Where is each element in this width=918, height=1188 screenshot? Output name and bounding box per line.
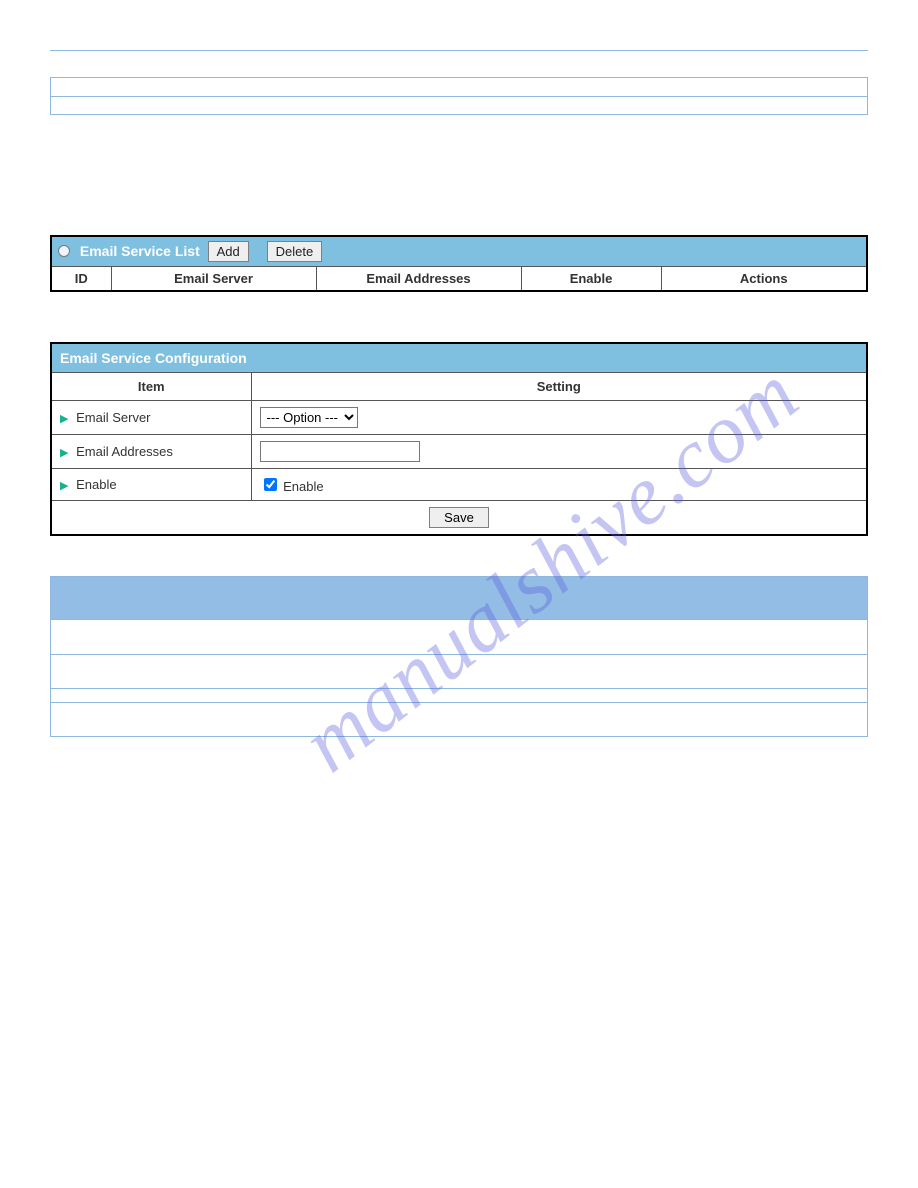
save-button[interactable]: Save (429, 507, 489, 528)
cfg-setting-head: Setting (251, 373, 867, 401)
delete-button[interactable]: Delete (267, 241, 323, 262)
cfg-row-enable: ▶ Enable Enable (51, 469, 867, 501)
col-server: Email Server (111, 267, 316, 292)
col-addresses: Email Addresses (316, 267, 521, 292)
row-label-enable: Enable (76, 477, 116, 492)
list-header: Email Service List Add Delete (51, 236, 867, 267)
empty-outline-box-1 (50, 77, 868, 115)
email-server-select[interactable]: --- Option --- (260, 407, 358, 428)
enable-checkbox[interactable] (264, 478, 277, 491)
email-addresses-input[interactable] (260, 441, 420, 462)
divider-top (50, 50, 868, 51)
caret-right-icon: ▶ (60, 447, 68, 459)
cfg-row-server: ▶ Email Server --- Option --- (51, 401, 867, 435)
cfg-header: Email Service Configuration (51, 343, 867, 373)
cfg-title: Email Service Configuration (60, 350, 247, 366)
list-title: Email Service List (80, 243, 200, 259)
list-columns-row: ID Email Server Email Addresses Enable A… (51, 267, 867, 292)
caret-right-icon: ▶ (60, 413, 68, 425)
col-id: ID (51, 267, 111, 292)
row-label-addresses: Email Addresses (76, 444, 173, 459)
col-enable: Enable (521, 267, 661, 292)
row-label-server: Email Server (76, 410, 150, 425)
cfg-row-addresses: ▶ Email Addresses (51, 435, 867, 469)
caret-right-icon: ▶ (60, 480, 68, 492)
email-service-list-table: Email Service List Add Delete ID Email S… (50, 235, 868, 292)
save-row: Save (51, 501, 867, 536)
enable-text: Enable (283, 479, 323, 494)
col-actions: Actions (661, 267, 867, 292)
email-service-config-table: Email Service Configuration Item Setting… (50, 342, 868, 536)
radio-icon (58, 245, 70, 257)
blue-band (50, 576, 868, 620)
empty-rows-box (50, 620, 868, 737)
cfg-item-head: Item (51, 373, 251, 401)
add-button[interactable]: Add (208, 241, 249, 262)
